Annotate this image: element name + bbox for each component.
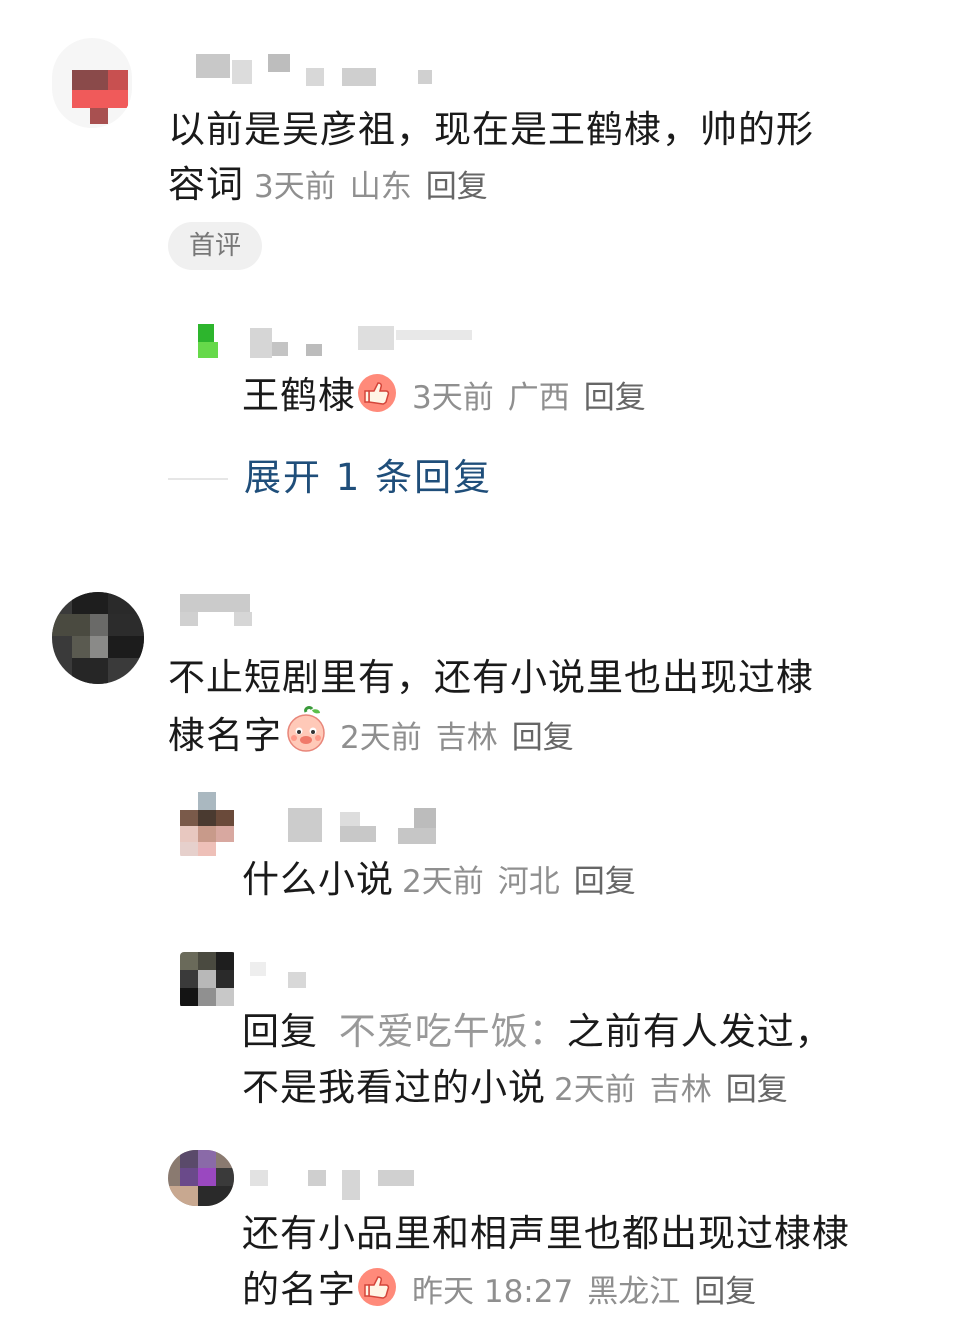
comment-text-line2: 棣名字 2天前 吉林 回复 xyxy=(168,706,574,769)
peach-face-icon xyxy=(282,706,330,769)
comment-text-line2: 容词 3天前 山东 回复 xyxy=(168,157,488,215)
reply-username[interactable] xyxy=(250,962,340,992)
reply-username[interactable] xyxy=(288,808,458,848)
comment-text-cont: 容词 xyxy=(168,163,244,206)
reply-location: 河北 xyxy=(497,864,560,900)
divider xyxy=(168,478,228,480)
reply-location: 黑龙江 xyxy=(587,1274,681,1310)
reply-content: 王鹤棣 xyxy=(242,374,356,417)
comment-text: 不止短剧里有，还有小说里也出现过棣 xyxy=(168,656,814,699)
avatar[interactable] xyxy=(52,592,144,684)
first-comment-badge: 首评 xyxy=(168,222,262,270)
reply-button[interactable]: 回复 xyxy=(574,864,636,900)
reply-text-line2: 不是我看过的小说 2天前 吉林 回复 xyxy=(242,1060,788,1118)
comment-text-cont: 棣名字 xyxy=(168,714,282,757)
reply-button[interactable]: 回复 xyxy=(426,169,488,205)
reply-avatar[interactable] xyxy=(180,952,236,1008)
comment-time: 3天前 xyxy=(254,169,336,205)
comment-time: 2天前 xyxy=(340,720,422,756)
reply-location: 吉林 xyxy=(649,1072,712,1108)
reply-prefix: 回复 xyxy=(242,1010,318,1053)
reply-content: 什么小说 xyxy=(242,858,394,901)
reply-text-line2: 的名字 昨天 18:27 黑龙江 回复 xyxy=(242,1262,756,1323)
reply-content-cont: 的名字 xyxy=(242,1268,356,1311)
reply-time: 3天前 xyxy=(412,380,494,416)
reply-quote-user[interactable]: 不爱吃午饭： xyxy=(339,1010,567,1053)
reply-content-cont: 不是我看过的小说 xyxy=(242,1066,546,1109)
reply-time: 2天前 xyxy=(554,1072,636,1108)
reply-button[interactable]: 回复 xyxy=(726,1072,788,1108)
expand-replies-label[interactable]: 展开 1 条回复 xyxy=(244,452,492,504)
reply-button[interactable]: 回复 xyxy=(694,1274,756,1310)
reply-text: 王鹤棣 3天前 广西 回复 xyxy=(242,368,646,429)
reply-content: 之前有人发过， xyxy=(566,1010,833,1053)
reply-location: 广西 xyxy=(507,380,570,416)
reply-username[interactable] xyxy=(250,1166,420,1206)
reply-button[interactable]: 回复 xyxy=(584,380,646,416)
reply-time: 昨天 18:27 xyxy=(412,1274,574,1310)
reply-text: 还有小品里和相声里也都出现过棣棣 xyxy=(242,1212,850,1255)
thumbs-up-icon xyxy=(356,372,398,429)
thumbs-up-icon xyxy=(356,1266,398,1323)
reply-avatar[interactable] xyxy=(168,1150,234,1206)
reply-time: 2天前 xyxy=(402,864,484,900)
reply-avatar[interactable] xyxy=(180,792,236,858)
reply-text: 什么小说 2天前 河北 回复 xyxy=(242,852,636,910)
avatar[interactable] xyxy=(52,38,132,128)
reply-text: 回复 不爱吃午饭：之前有人发过， xyxy=(242,1004,833,1059)
username[interactable] xyxy=(180,594,260,634)
comment-location: 山东 xyxy=(349,169,412,205)
reply-avatar-username[interactable] xyxy=(196,322,486,362)
comment-location: 吉林 xyxy=(435,720,498,756)
reply-button[interactable]: 回复 xyxy=(512,720,574,756)
comment-text: 以前是吴彦祖，现在是王鹤棣，帅的形 xyxy=(168,108,814,151)
username[interactable] xyxy=(196,50,466,90)
